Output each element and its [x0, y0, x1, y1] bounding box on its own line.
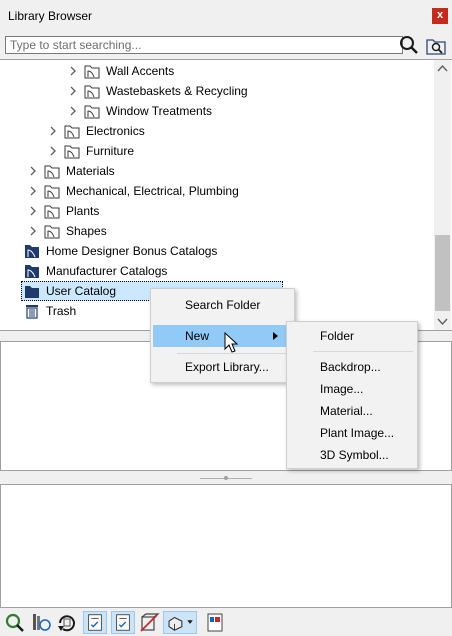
menu-separator	[313, 351, 413, 352]
scroll-down-arrow-icon[interactable]	[434, 313, 451, 330]
tree-row-label: Furniture	[86, 144, 135, 158]
splitter-grip[interactable]	[224, 476, 228, 480]
submenu-arrow-icon	[273, 332, 278, 340]
view-mode-alt-icon[interactable]	[111, 611, 135, 634]
tree-row[interactable]: Electronics	[0, 121, 430, 141]
search-folder-icon[interactable]	[425, 36, 447, 56]
tree-row[interactable]: Furniture	[0, 141, 430, 161]
bottom-toolbar	[0, 608, 452, 636]
tree-row-label: Window Treatments	[106, 104, 213, 118]
trash-icon	[26, 305, 38, 319]
library-folder-icon	[44, 165, 60, 179]
library-settings-icon[interactable]	[29, 611, 53, 634]
tree-row[interactable]: Manufacturer Catalogs	[0, 261, 430, 281]
new-submenu: Folder Backdrop... Image... Material... …	[286, 321, 418, 469]
scroll-up-arrow-icon[interactable]	[434, 60, 451, 77]
tree-row-label: Mechanical, Electrical, Plumbing	[66, 184, 239, 198]
menu-item-folder[interactable]: Folder	[289, 325, 415, 347]
tree-row[interactable]: Plants	[0, 201, 430, 221]
menu-item-backdrop[interactable]: Backdrop...	[289, 356, 415, 378]
menu-item-material[interactable]: Material...	[289, 400, 415, 422]
tree-row[interactable]: Home Designer Bonus Catalogs	[0, 241, 430, 261]
user-catalog-folder-icon	[25, 286, 39, 298]
tree-row[interactable]: Mechanical, Electrical, Plumbing	[0, 181, 430, 201]
close-button[interactable]: x	[432, 8, 448, 24]
library-folder-icon	[84, 105, 100, 119]
library-folder-icon	[64, 145, 80, 159]
menu-item-label: Backdrop...	[320, 360, 381, 374]
chevron-right-icon[interactable]	[28, 166, 38, 176]
chevron-right-icon[interactable]	[48, 146, 58, 156]
tree-row[interactable]: Window Treatments	[0, 101, 430, 121]
tree-row[interactable]: Materials	[0, 161, 430, 181]
context-menu: Search Folder New Export Library...	[150, 288, 295, 383]
search-input[interactable]	[5, 36, 403, 54]
description-pane	[0, 484, 452, 608]
search-icon[interactable]	[398, 35, 420, 55]
tree-scrollbar[interactable]	[434, 60, 451, 330]
chevron-right-icon[interactable]	[28, 206, 38, 216]
menu-item-label: New	[185, 329, 210, 343]
search-library-icon[interactable]	[3, 611, 27, 634]
tree-row-label: Shapes	[66, 224, 107, 238]
tree-row[interactable]: Wastebaskets & Recycling	[0, 81, 430, 101]
menu-item-label: Material...	[320, 404, 373, 418]
chevron-right-icon[interactable]	[28, 186, 38, 196]
menu-item-label: 3D Symbol...	[320, 448, 389, 462]
chevron-right-icon[interactable]	[68, 66, 78, 76]
menu-item-label: Image...	[320, 382, 364, 396]
window-title: Library Browser	[8, 9, 93, 23]
tree-row-label: Trash	[46, 304, 77, 318]
menu-item-label: Search Folder	[185, 298, 261, 312]
catalog-folder-icon	[25, 245, 39, 258]
chevron-right-icon[interactable]	[68, 86, 78, 96]
menu-item-label: Folder	[320, 329, 355, 343]
library-folder-icon	[44, 185, 60, 199]
menu-item-new[interactable]: New	[153, 325, 292, 347]
tree-row[interactable]: Wall Accents	[0, 61, 430, 81]
tree-row[interactable]: Shapes	[0, 221, 430, 241]
menu-item-3d-symbol[interactable]: 3D Symbol...	[289, 444, 415, 466]
library-tools-icon[interactable]	[163, 611, 197, 634]
chevron-right-icon[interactable]	[68, 106, 78, 116]
dropdown-icon[interactable]	[187, 620, 193, 624]
library-folder-icon	[44, 225, 60, 239]
library-folder-icon	[84, 85, 100, 99]
menu-item-search-folder[interactable]: Search Folder	[153, 294, 292, 316]
menu-item-label: Export Library...	[185, 360, 269, 374]
menu-item-label: Plant Image...	[320, 426, 395, 440]
view-mode-icon[interactable]	[83, 611, 107, 634]
tree-row-label: Wastebaskets & Recycling	[106, 84, 248, 98]
menu-item-plant-image[interactable]: Plant Image...	[289, 422, 415, 444]
catalog-folder-icon	[25, 265, 39, 278]
tree-row-label: Manufacturer Catalogs	[46, 264, 168, 278]
library-folder-icon	[84, 65, 100, 79]
preview-icon[interactable]	[203, 611, 227, 634]
chevron-right-icon[interactable]	[48, 126, 58, 136]
tree-row-label: Plants	[66, 204, 100, 218]
clear-icon[interactable]	[137, 611, 161, 634]
tree-row-label: Materials	[66, 164, 115, 178]
menu-item-image[interactable]: Image...	[289, 378, 415, 400]
library-folder-icon	[64, 125, 80, 139]
library-folder-icon	[44, 205, 60, 219]
tree-row-label: User Catalog	[46, 284, 117, 298]
refresh-icon[interactable]	[55, 611, 79, 634]
chevron-right-icon[interactable]	[28, 226, 38, 236]
tree-row-label: Electronics	[86, 124, 145, 138]
mouse-cursor-icon	[224, 332, 239, 353]
tree-row-label: Wall Accents	[106, 64, 175, 78]
scroll-thumb[interactable]	[435, 235, 450, 311]
title-bar: Library Browser x	[0, 0, 452, 32]
menu-item-export-library[interactable]: Export Library...	[153, 356, 292, 378]
tree-row-label: Home Designer Bonus Catalogs	[46, 244, 218, 258]
